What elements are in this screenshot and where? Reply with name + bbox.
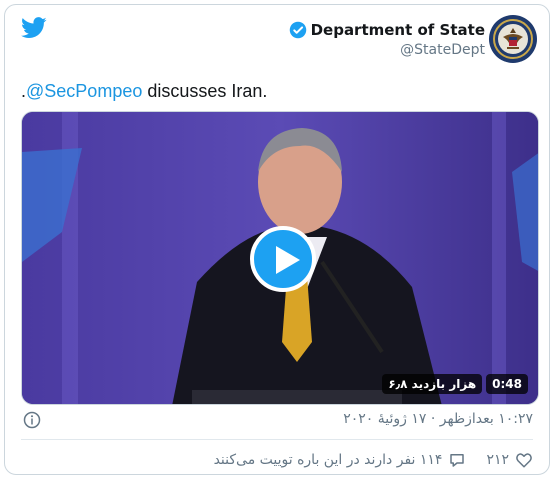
duration-badge: 0:48	[486, 374, 528, 394]
like-button[interactable]: ۲۱۲	[486, 451, 533, 469]
play-icon	[276, 246, 300, 274]
verified-badge-icon	[289, 21, 306, 39]
speech-bubble-icon	[450, 454, 465, 467]
video-badges: ۶٫۸ هزار بازدید 0:48	[382, 374, 528, 394]
twitter-bird-icon[interactable]	[21, 17, 47, 39]
heart-icon	[516, 453, 532, 468]
reply-conversation-link[interactable]: ۱۱۴ نفر دارند در این باره توییت می‌کنند	[214, 451, 467, 469]
tweet-embed-card: Department of State @StateDept .@SecPomp…	[4, 4, 550, 475]
divider	[21, 439, 533, 440]
info-icon[interactable]	[23, 411, 41, 429]
like-count: ۲۱۲	[486, 452, 509, 468]
author-name[interactable]: Department of State	[311, 21, 485, 39]
tweet-author[interactable]: Department of State @StateDept	[289, 21, 485, 58]
tweet-timestamp[interactable]: ۱۰:۲۷ بعدازظهر · ۱۷ ژوئیهٔ ۲۰۲۰	[343, 411, 533, 427]
play-button[interactable]	[250, 226, 316, 292]
author-handle[interactable]: @StateDept	[289, 42, 485, 58]
avatar[interactable]	[489, 15, 537, 63]
video-player[interactable]: ۶٫۸ هزار بازدید 0:48	[21, 111, 539, 405]
conversation-text: ۱۱۴ نفر دارند در این باره توییت می‌کنند	[213, 452, 443, 468]
tweet-actions: ۲۱۲ ۱۱۴ نفر دارند در این باره توییت می‌ک…	[214, 451, 533, 469]
state-department-seal-icon	[490, 16, 536, 62]
views-badge: ۶٫۸ هزار بازدید	[382, 374, 483, 394]
mention-link[interactable]: @SecPompeo	[26, 81, 142, 101]
tweet-text: .@SecPompeo discusses Iran.	[21, 81, 267, 102]
tweet-text-body: discusses Iran.	[142, 81, 268, 101]
